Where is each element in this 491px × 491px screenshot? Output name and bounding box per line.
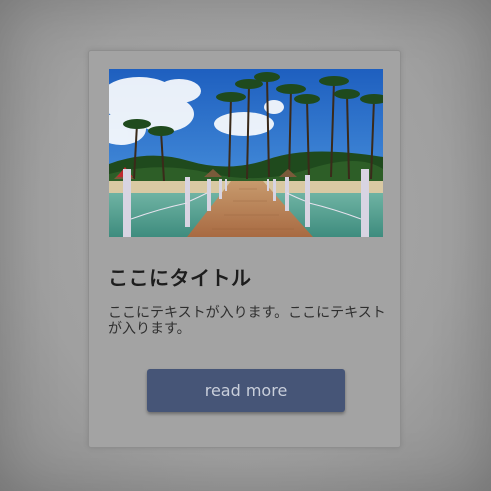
card-image [109,69,383,237]
card-title: ここにタイトル [108,266,252,290]
content-card: ここにタイトル ここにテキストが入ります。ここにテキストが入ります。 read … [88,50,401,448]
card-body-text: ここにテキストが入ります。ここにテキストが入ります。 [108,305,386,337]
read-more-button[interactable]: read more [147,369,345,412]
